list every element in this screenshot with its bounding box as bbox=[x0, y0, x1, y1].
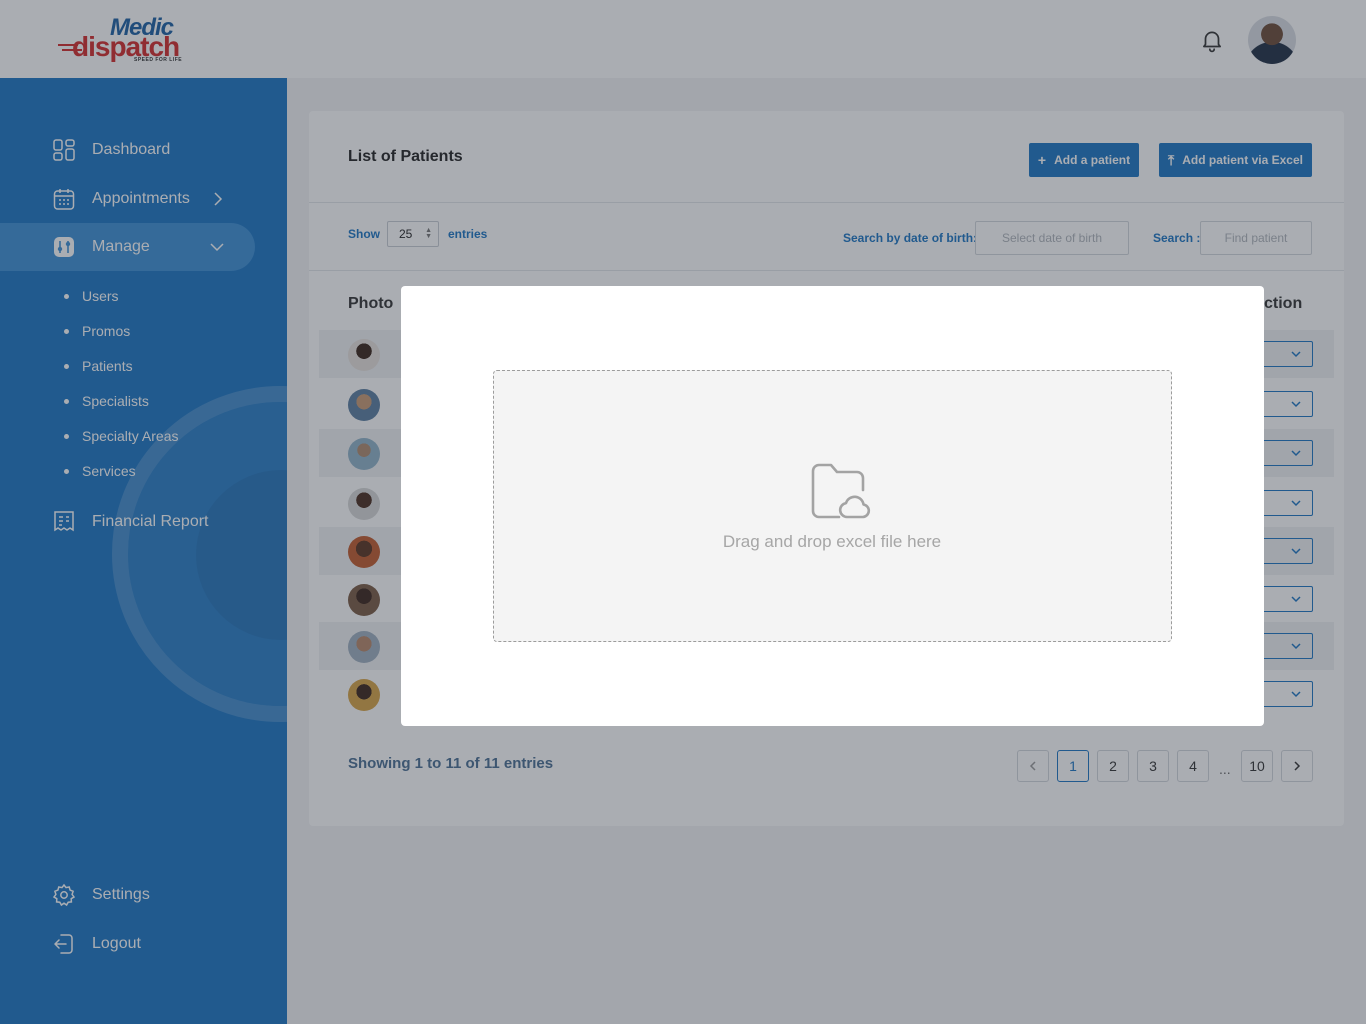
folder-cloud-icon bbox=[811, 463, 871, 519]
excel-dropzone[interactable]: Drag and drop excel file here bbox=[493, 370, 1172, 642]
upload-excel-modal: Drag and drop excel file here bbox=[401, 286, 1264, 726]
drop-instruction: Drag and drop excel file here bbox=[722, 532, 942, 551]
